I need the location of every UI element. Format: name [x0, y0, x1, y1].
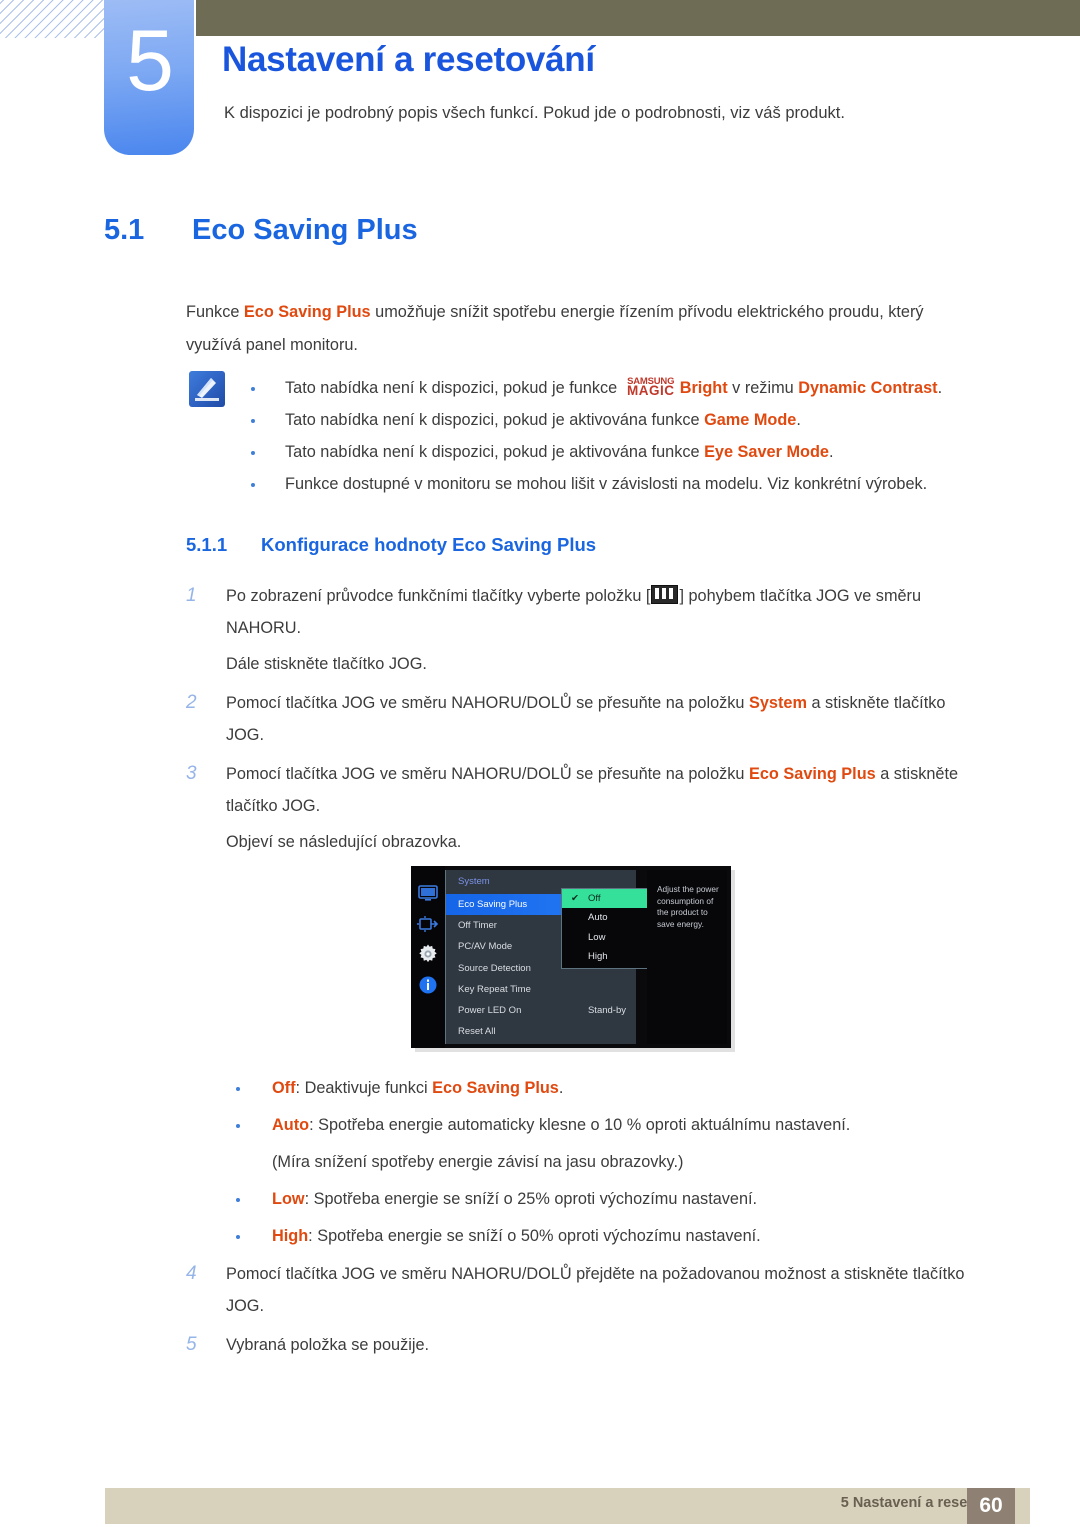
osd-menu-row[interactable]: Reset All — [446, 1021, 636, 1042]
note-pen-icon — [189, 371, 225, 407]
step-number: 3 — [186, 763, 197, 784]
option-item-low: Low: Spotřeba energie se sníží o 25% opr… — [230, 1183, 990, 1215]
magic-bright-suffix: Bright — [679, 379, 728, 397]
note-item: Funkce dostupné v monitoru se mohou liši… — [243, 468, 983, 500]
note-item: Tato nabídka není k dispozici, pokud je … — [243, 436, 983, 468]
chapter-number-tab: 5 — [104, 0, 194, 155]
note-text-before: Tato nabídka není k dispozici, pokud je … — [285, 379, 622, 397]
step-keyword: System — [749, 694, 807, 712]
note-text-middle: v režimu — [727, 379, 799, 397]
step-text-before: Pomocí tlačítka JOG ve směru NAHORU/DOLŮ… — [226, 1265, 965, 1315]
osd-row-label: Key Repeat Time — [458, 983, 531, 995]
step-extra-text: Dále stiskněte tlačítko JOG. — [226, 655, 427, 673]
magic-magic-text: MAGIC — [626, 383, 675, 398]
checkmark-icon: ✔ — [571, 893, 579, 904]
option-keyword: Eco Saving Plus — [432, 1079, 559, 1097]
header-hatch-decoration — [0, 0, 105, 38]
monitor-icon — [416, 881, 440, 905]
step-item: 1 Po zobrazení průvodce funkčními tlačít… — [186, 580, 986, 680]
option-note-auto: (Míra snížení spotřeby energie závisí na… — [272, 1153, 684, 1171]
section-title: Eco Saving Plus — [192, 214, 418, 246]
option-text-before: : Deaktivuje funkci — [295, 1079, 433, 1097]
osd-description-panel: Adjust the power consumption of the prod… — [647, 870, 727, 1044]
step-keyword: Eco Saving Plus — [749, 765, 876, 783]
osd-row-label: Off Timer — [458, 920, 497, 932]
osd-row-label: PC/AV Mode — [458, 941, 513, 953]
chapter-title: Nastavení a resetování — [222, 40, 595, 79]
option-name: Low — [272, 1190, 305, 1208]
osd-submenu-label: Auto — [588, 912, 608, 924]
intro-text-before: Funkce — [186, 303, 244, 321]
osd-section-label: System — [458, 876, 490, 887]
osd-row-label: Power LED On — [458, 1004, 522, 1016]
input-source-icon — [416, 912, 440, 936]
osd-row-label: Source Detection — [458, 962, 531, 974]
chapter-number: 5 — [126, 13, 174, 109]
osd-row-label: Eco Saving Plus — [458, 899, 528, 910]
step-item: 5 Vybraná položka se použije. — [186, 1329, 986, 1361]
osd-submenu-label: High — [588, 950, 608, 962]
option-item-high: High: Spotřeba energie se sníží o 50% op… — [230, 1220, 990, 1252]
osd-submenu-label: Off — [588, 893, 601, 904]
subsection-number: 5.1.1 — [186, 534, 228, 555]
note-item: Tato nabídka není k dispozici, pokud je … — [243, 404, 983, 436]
steps-list-bottom: 4 Pomocí tlačítka JOG ve směru NAHORU/DO… — [186, 1258, 986, 1368]
osd-menu-screenshot: System Eco Saving Plus Off Timer PC/AV M… — [411, 866, 731, 1048]
osd-row-label: Reset All — [458, 1026, 496, 1038]
option-text-before: : Spotřeba energie se sníží o 25% oproti… — [304, 1190, 758, 1208]
note-text-before: Tato nabídka není k dispozici, pokud je … — [285, 411, 705, 429]
step-item: 3 Pomocí tlačítka JOG ve směru NAHORU/DO… — [186, 758, 986, 858]
step-text-before: Pomocí tlačítka JOG ve směru NAHORU/DOLŮ… — [226, 694, 750, 712]
option-text-before: : Spotřeba energie automaticky klesne o … — [309, 1116, 851, 1134]
option-name: Off — [272, 1079, 296, 1097]
subsection-title: Konfigurace hodnoty Eco Saving Plus — [261, 534, 597, 555]
option-name: High — [272, 1227, 309, 1245]
option-item-off: Off: Deaktivuje funkci Eco Saving Plus. — [230, 1072, 990, 1104]
info-icon — [416, 973, 440, 997]
note-text-after: . — [937, 379, 943, 397]
subsection-heading: 5.1.1 Konfigurace hodnoty Eco Saving Plu… — [186, 534, 596, 556]
section-heading: 5.1 Eco Saving Plus — [104, 214, 1004, 247]
step-number: 2 — [186, 692, 197, 713]
step-number: 4 — [186, 1263, 197, 1284]
header-olive-bar — [196, 0, 1080, 36]
note-keyword: Game Mode — [704, 411, 797, 429]
note-text-after: . — [796, 411, 801, 429]
note-list: Tato nabídka není k dispozici, pokud je … — [243, 372, 983, 500]
footer-page-number: 60 — [967, 1488, 1015, 1524]
step-text-before: Vybraná položka se použije. — [226, 1336, 430, 1354]
osd-row-value: Stand-by — [587, 1004, 626, 1016]
option-item-auto: Auto: Spotřeba energie automaticky klesn… — [230, 1109, 990, 1141]
note-text-before: Tato nabídka není k dispozici, pokud je … — [285, 443, 705, 461]
option-text-before: : Spotřeba energie se sníží o 50% oproti… — [308, 1227, 761, 1245]
step-number: 1 — [186, 585, 197, 606]
osd-menu-row[interactable]: Power LED On Stand-by — [446, 1000, 636, 1021]
intro-keyword: Eco Saving Plus — [243, 303, 371, 321]
section-intro-paragraph: Funkce Eco Saving Plus umožňuje snížit s… — [186, 296, 976, 362]
magicbright-logo: SAMSUNG MAGIC — [622, 376, 680, 398]
osd-icon-bar — [411, 866, 445, 1048]
step-number: 5 — [186, 1334, 197, 1355]
section-number: 5.1 — [104, 214, 145, 246]
note-keyword: Eye Saver Mode — [704, 443, 829, 461]
steps-list-top: 1 Po zobrazení průvodce funkčními tlačít… — [186, 580, 986, 865]
note-text-before: Funkce dostupné v monitoru se mohou liši… — [285, 475, 928, 493]
note-text-after: . — [828, 443, 834, 461]
note-item: Tato nabídka není k dispozici, pokud je … — [243, 372, 983, 404]
option-text-after: . — [558, 1079, 564, 1097]
osd-submenu-label: Low — [588, 931, 606, 943]
step-item: 2 Pomocí tlačítka JOG ve směru NAHORU/DO… — [186, 687, 986, 751]
option-name: Auto — [272, 1116, 310, 1134]
step-item: 4 Pomocí tlačítka JOG ve směru NAHORU/DO… — [186, 1258, 986, 1322]
step-text-before: Pomocí tlačítka JOG ve směru NAHORU/DOLŮ… — [226, 765, 750, 783]
gear-icon — [416, 942, 440, 966]
note-keyword: Dynamic Contrast — [798, 379, 938, 397]
jog-menu-icon — [651, 585, 679, 604]
step-text-before: Po zobrazení průvodce funkčními tlačítky… — [226, 587, 651, 605]
step-extra-text: Objeví se následující obrazovka. — [226, 833, 462, 851]
option-descriptions-list: Off: Deaktivuje funkci Eco Saving Plus. … — [230, 1072, 990, 1257]
chapter-subtitle: K dispozici je podrobný popis všech funk… — [224, 104, 845, 122]
osd-menu-row[interactable]: Key Repeat Time — [446, 979, 636, 1000]
